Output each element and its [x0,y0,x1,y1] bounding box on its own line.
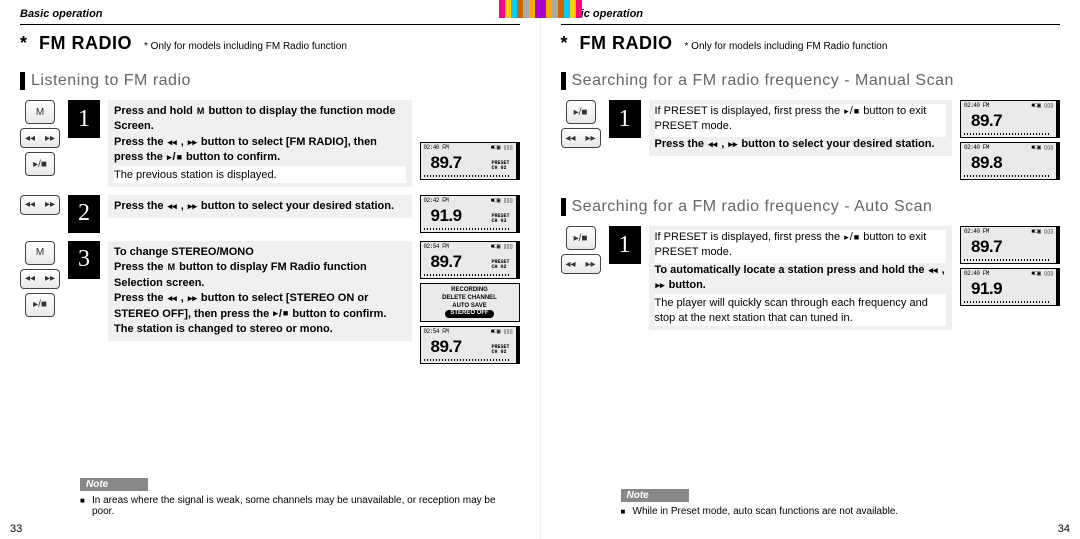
step-1-text: Press and hold M button to display the f… [108,100,412,187]
step-2-text: Press the ◂◂ , ▸▸ button to select your … [108,195,412,218]
note-label: Note [80,478,148,491]
lcd-display: 02:54 FM■□▣ ▯▯▯ 89.7 PRESETCH 02 [420,241,520,279]
rew-icon: ◂◂ [928,264,939,277]
lcd-display: 02:40 FM■□▣ ▯▯▯ 89.8 [960,142,1060,180]
auto-step-1: ▸/■ ◂◂▸▸ 1 If PRESET is displayed, first… [561,226,1061,330]
step-number: 3 [68,241,100,279]
stop-icon: ■ [176,151,183,164]
running-header: Basic operation [20,8,520,20]
m-button-icon: M [25,241,55,265]
note-text: While in Preset mode, auto scan function… [621,506,1061,517]
manual-step-1: ▸/■ ◂◂▸▸ 1 If PRESET is displayed, first… [561,100,1061,180]
rew-icon: ◂◂ [707,138,718,151]
page-number: 33 [10,523,22,535]
page-34: Basic operation * FM RADIO * Only for mo… [541,0,1080,539]
lcd-display: 02:40 FM■□▣ ▯▯▯ 89.7 PRESETCH 02 [420,142,520,180]
play-stop-button-icon: ▸/■ [25,293,55,317]
note-text: In areas where the signal is weak, some … [80,495,520,517]
auto-step-subtext: The player will quickly scan through eac… [655,294,947,327]
color-bars [499,0,541,18]
note-box: Note In areas where the signal is weak, … [80,478,520,517]
m-button-icon: M [25,100,55,124]
play-stop-button-icon: ▸/■ [566,100,596,124]
running-header: Basic operation [561,8,1061,20]
section-manual-scan: Searching for a FM radio frequency - Man… [561,72,1061,90]
rew-icon: ◂◂ [167,200,178,213]
fwd-icon: ▸▸ [727,138,738,151]
step-3: M ◂◂▸▸ ▸/■ 3 To change STEREO/MONO Press… [20,241,520,364]
step-number: 1 [68,100,100,138]
page-number: 34 [1058,523,1070,535]
seek-buttons-icon: ◂◂▸▸ [20,128,60,148]
play-stop-button-icon: ▸/■ [25,152,55,176]
lcd-display: 02:40 FM■□▣ ▯▯▯ 91.9 [960,268,1060,306]
feature-title: FM RADIO [39,33,132,54]
step-number: 1 [609,100,641,138]
manual-step-1-text: If PRESET is displayed, first press the … [649,100,953,156]
step-1-subtext: The previous station is displayed. [114,166,406,183]
section-auto-scan: Searching for a FM radio frequency - Aut… [561,198,1061,216]
page-33: Basic operation * FM RADIO * Only for mo… [0,0,541,539]
step-1: M ◂◂▸▸ ▸/■ 1 Press and hold M button to … [20,100,520,187]
seek-buttons-icon: ◂◂▸▸ [20,195,60,215]
fwd-icon: ▸▸ [187,292,198,305]
seek-buttons-icon: ◂◂▸▸ [561,254,601,274]
note-label: Note [621,489,689,502]
fwd-icon: ▸▸ [187,136,198,149]
lcd-display: 02:42 FM■□▣ ▯▯▯ 91.9 PRESETCH 03 [420,195,520,233]
asterisk: * [561,33,568,54]
rew-icon: ◂◂ [167,136,178,149]
feature-subtitle: * Only for models including FM Radio fun… [685,41,888,52]
feature-title-row: * FM RADIO * Only for models including F… [20,24,520,54]
lcd-display: 02:40 FM■□▣ ▯▯▯ 89.7 [960,226,1060,264]
step-number: 2 [68,195,100,233]
section-listening: Listening to FM radio [20,72,520,90]
step-3-text: To change STEREO/MONO Press the M button… [108,241,412,341]
lcd-display: 02:54 FM■□▣ ▯▯▯ 89.7 PRESETCH 02 [420,326,520,364]
lcd-display: 02:40 FM■□▣ ▯▯▯ 89.7 [960,100,1060,138]
auto-step-1-text: If PRESET is displayed, first press the … [649,226,953,330]
fwd-icon: ▸▸ [655,279,666,292]
m-icon: M [167,261,177,274]
note-box: Note While in Preset mode, auto scan fun… [621,489,1061,517]
m-icon: M [196,105,206,118]
step-number: 1 [609,226,641,264]
feature-subtitle: * Only for models including FM Radio fun… [144,41,347,52]
play-stop-button-icon: ▸/■ [566,226,596,250]
feature-title-row: * FM RADIO * Only for models including F… [561,24,1061,54]
asterisk: * [20,33,27,54]
seek-buttons-icon: ◂◂▸▸ [20,269,60,289]
lcd-menu: RECORDING DELETE CHANNEL AUTO SAVE STERE… [420,283,520,322]
feature-title: FM RADIO [580,33,673,54]
button-column: M ◂◂▸▸ ▸/■ [20,100,60,176]
seek-buttons-icon: ◂◂▸▸ [561,128,601,148]
color-bars [540,0,582,18]
fwd-icon: ▸▸ [187,200,198,213]
step-2: ◂◂▸▸ 2 Press the ◂◂ , ▸▸ button to selec… [20,195,520,233]
rew-icon: ◂◂ [167,292,178,305]
